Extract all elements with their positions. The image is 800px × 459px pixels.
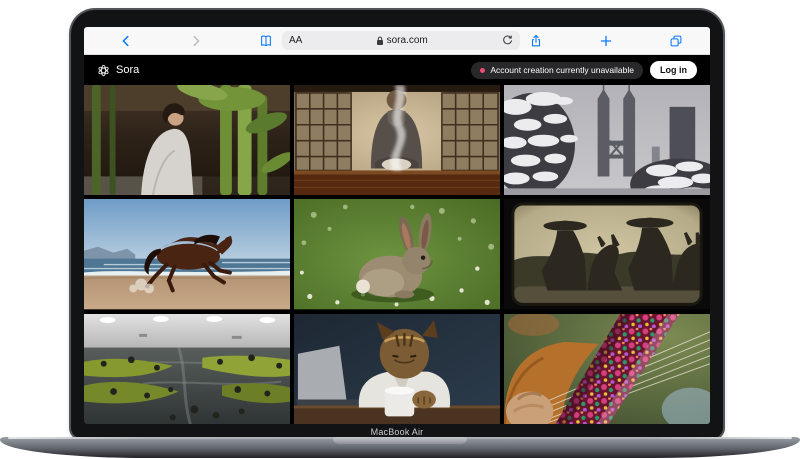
laptop-base	[0, 437, 800, 458]
reload-icon[interactable]	[501, 35, 513, 47]
video-thumbnail-rabbit-grass[interactable]	[294, 199, 500, 309]
video-gallery	[84, 85, 710, 424]
site-header: Sora Account creation currently unavaila…	[84, 55, 710, 85]
share-icon[interactable]	[528, 33, 544, 49]
header-actions: Account creation currently unavailable L…	[471, 61, 697, 79]
reader-options-button[interactable]: AA	[289, 35, 302, 46]
current-url: sora.com	[302, 35, 501, 46]
laptop-screen: AA sora.com	[84, 27, 710, 424]
back-icon[interactable]	[118, 33, 134, 49]
openai-logo-icon	[97, 64, 110, 77]
laptop-screen-frame: AA sora.com	[71, 10, 723, 438]
forward-icon[interactable]	[188, 33, 204, 49]
status-dot-icon	[480, 68, 485, 73]
laptop-lid-notch	[333, 437, 467, 444]
login-button[interactable]: Log in	[650, 61, 697, 79]
video-thumbnail-bamboo-woman[interactable]	[84, 85, 290, 195]
sora-webpage: Sora Account creation currently unavaila…	[84, 55, 710, 424]
video-thumbnail-snowy-city[interactable]	[504, 85, 710, 195]
new-tab-icon[interactable]	[598, 33, 614, 49]
lock-icon	[376, 36, 384, 46]
device-label: MacBook Air	[71, 427, 723, 437]
video-thumbnail-horse-beach[interactable]	[84, 199, 290, 309]
video-thumbnail-tea-man[interactable]	[294, 85, 500, 195]
browser-toolbar: AA sora.com	[84, 27, 710, 55]
toolbar-right-group	[528, 33, 684, 49]
bookmarks-icon[interactable]	[258, 33, 274, 49]
toolbar-left-group	[118, 33, 274, 49]
video-thumbnail-vintage-cowboys[interactable]	[504, 199, 710, 309]
sora-brand[interactable]: Sora	[97, 64, 139, 77]
macbook-mockup: AA sora.com	[0, 0, 800, 459]
tabs-icon[interactable]	[668, 33, 684, 49]
brand-label: Sora	[116, 64, 139, 76]
video-thumbnail-cat-office[interactable]	[294, 314, 500, 424]
video-thumbnail-moss-installation[interactable]	[84, 314, 290, 424]
status-text: Account creation currently unavailable	[490, 65, 634, 75]
video-thumbnail-guitar-strap[interactable]	[504, 314, 710, 424]
status-badge: Account creation currently unavailable	[471, 62, 643, 79]
address-bar[interactable]: AA sora.com	[282, 31, 520, 50]
